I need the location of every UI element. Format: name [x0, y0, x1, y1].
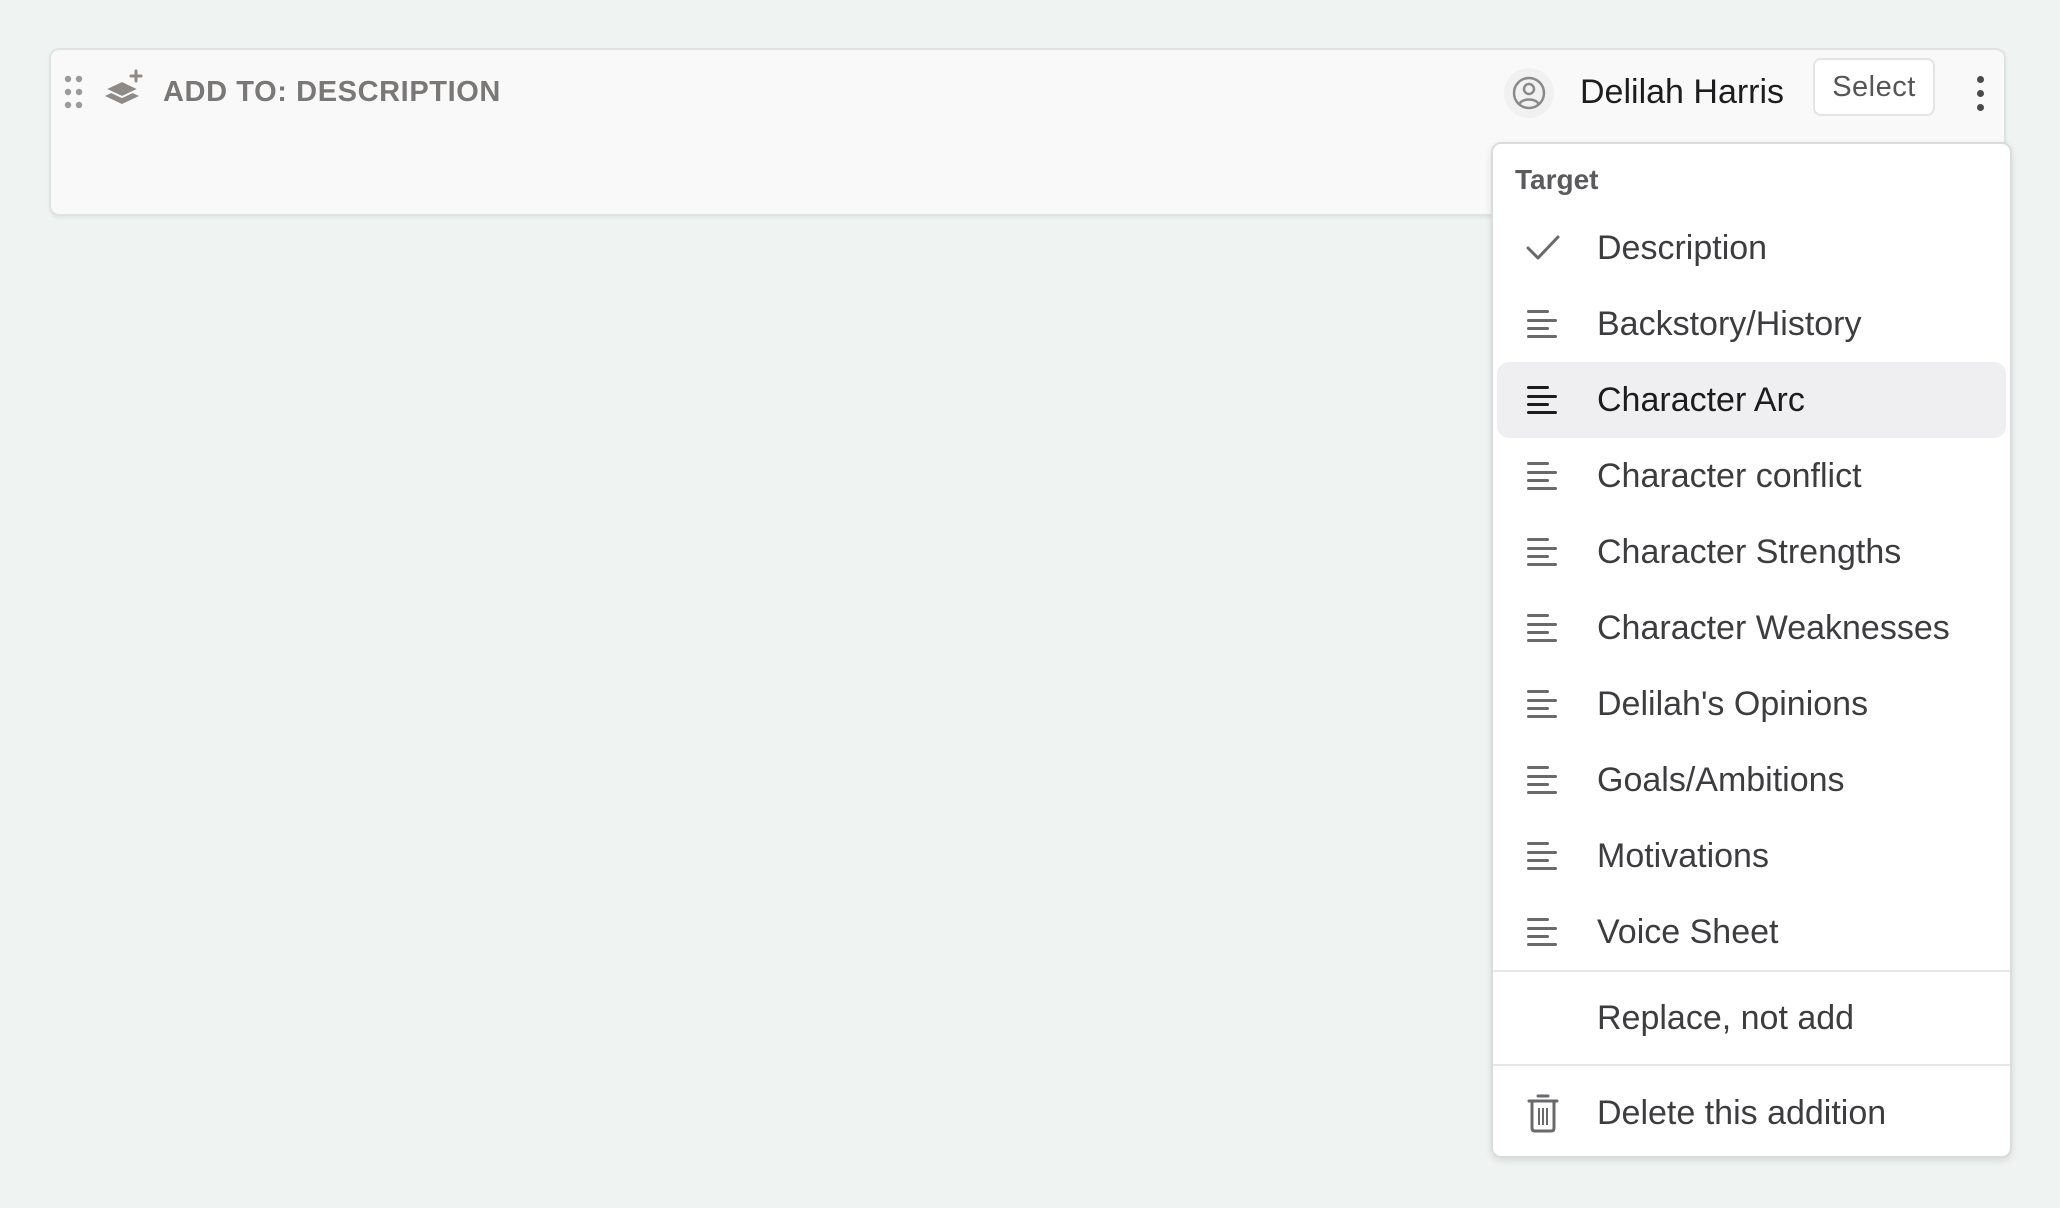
select-button[interactable]: Select	[1813, 58, 1935, 116]
menu-footer: Replace, not add Delete this addition	[1493, 970, 2010, 1160]
target-option-label: Voice Sheet	[1597, 913, 1779, 951]
text-align-left-icon	[1527, 462, 1557, 490]
drag-handle-icon[interactable]	[63, 74, 85, 110]
more-options-button[interactable]	[1965, 68, 1995, 118]
target-option-label: Goals/Ambitions	[1597, 761, 1845, 799]
target-option-label: Motivations	[1597, 837, 1769, 875]
target-option[interactable]: Description	[1497, 210, 2006, 286]
text-align-left-icon	[1527, 842, 1557, 870]
card-title: ADD TO: DESCRIPTION	[163, 76, 501, 108]
target-option-label: Delilah's Opinions	[1597, 685, 1869, 723]
target-option-label: Backstory/History	[1597, 305, 1862, 343]
delete-addition-option[interactable]: Delete this addition	[1497, 1066, 2006, 1160]
target-list: Description Backstory/History Character Ar…	[1493, 210, 2010, 970]
target-option-label: Description	[1597, 229, 1768, 267]
target-option[interactable]: Character Strengths	[1497, 514, 2006, 590]
person-name: Delilah Harris	[1580, 73, 1785, 111]
person-chip[interactable]	[1504, 68, 1554, 118]
text-align-left-icon	[1527, 310, 1557, 338]
target-option-label: Character Strengths	[1597, 533, 1902, 571]
target-option-label: Character Arc	[1597, 381, 1805, 419]
target-dropdown-menu: Target Description Backstory/History Chara…	[1491, 142, 2012, 1158]
more-vertical-icon	[1976, 75, 1984, 83]
text-align-left-icon	[1527, 918, 1557, 946]
target-option[interactable]: Motivations	[1497, 818, 2006, 894]
target-option[interactable]: Character Arc	[1497, 362, 2006, 438]
replace-not-add-option[interactable]: Replace, not add	[1497, 972, 2006, 1064]
user-circle-icon	[1512, 76, 1546, 110]
target-option-label: Character Weaknesses	[1597, 609, 1950, 647]
text-align-left-icon	[1527, 538, 1557, 566]
target-option[interactable]: Goals/Ambitions	[1497, 742, 2006, 818]
target-option[interactable]: Voice Sheet	[1497, 894, 2006, 970]
delete-label: Delete this addition	[1597, 1094, 1887, 1132]
replace-label: Replace, not add	[1597, 999, 1855, 1037]
trash-icon	[1527, 1094, 1559, 1133]
target-option[interactable]: Delilah's Opinions	[1497, 666, 2006, 742]
text-align-left-icon	[1527, 386, 1557, 414]
target-option[interactable]: Character Weaknesses	[1497, 590, 2006, 666]
check-icon	[1526, 235, 1560, 260]
menu-header: Target	[1515, 164, 1599, 195]
target-option[interactable]: Character conflict	[1497, 438, 2006, 514]
text-align-left-icon	[1527, 766, 1557, 794]
target-option-label: Character conflict	[1597, 457, 1862, 495]
layers-plus-icon	[102, 69, 143, 104]
target-option[interactable]: Backstory/History	[1497, 286, 2006, 362]
text-align-left-icon	[1527, 690, 1557, 718]
text-align-left-icon	[1527, 614, 1557, 642]
card-header: ADD TO: DESCRIPTION Delilah Harris Selec…	[51, 50, 2004, 132]
